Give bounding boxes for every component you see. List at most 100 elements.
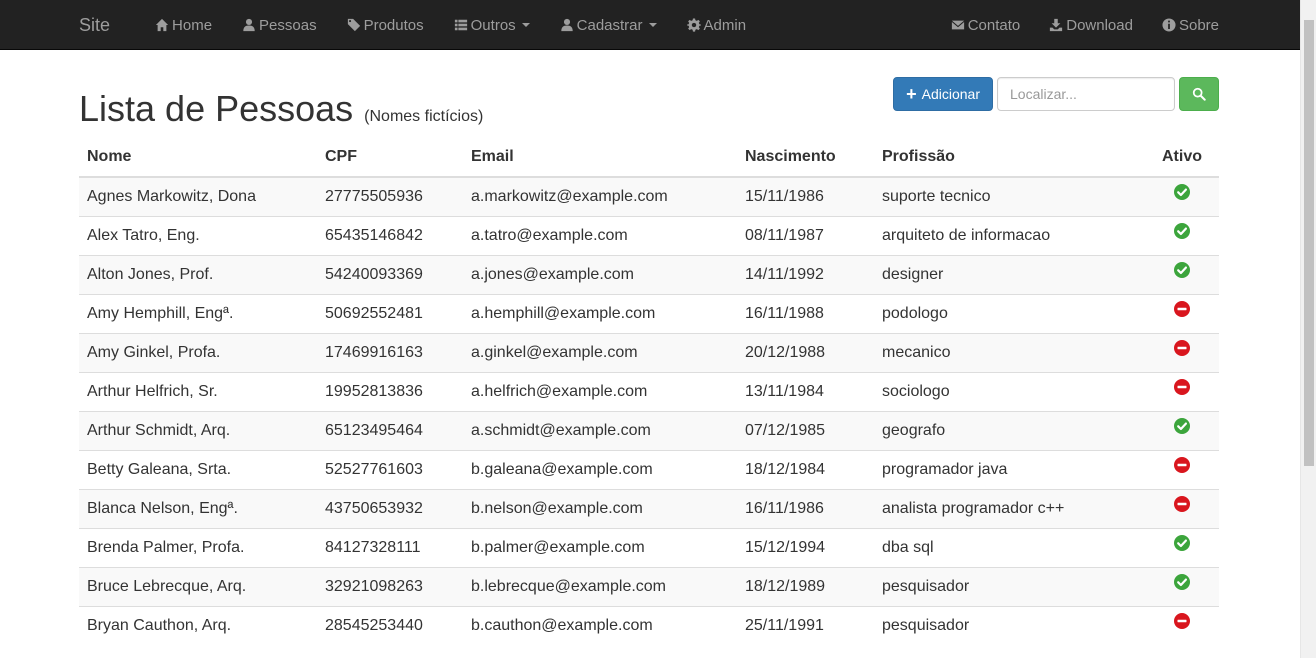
brand-link[interactable]: Site <box>79 15 110 36</box>
cell-email: a.hemphill@example.com <box>463 293 737 333</box>
cell-nome: Agnes Markowitz, Dona <box>79 176 317 216</box>
nav-right: Contato Download Sobre <box>922 17 1219 34</box>
nav-item-home[interactable]: Home <box>155 17 212 34</box>
cell-cpf: 65123495464 <box>317 410 463 450</box>
table-row[interactable]: Betty Galeana, Srta. 52527761603 b.galeana… <box>79 449 1219 489</box>
table-row[interactable]: Agnes Markowitz, Dona 27775505936 a.markow… <box>79 176 1219 216</box>
nav-item-cadastrar[interactable]: Cadastrar <box>560 17 657 34</box>
cell-profissao: dba sql <box>874 527 1145 567</box>
nav-item-label: Home <box>172 16 213 34</box>
plus-icon: + <box>906 84 917 104</box>
search-input[interactable] <box>997 77 1175 111</box>
minus-sign-icon <box>1174 457 1190 473</box>
cell-cpf: 52527761603 <box>317 449 463 489</box>
cell-email: a.helfrich@example.com <box>463 371 737 411</box>
minus-sign-icon <box>1174 496 1190 512</box>
cell-profissao: pesquisador <box>874 566 1145 606</box>
cell-email: b.cauthon@example.com <box>463 605 737 645</box>
nav-left: Home Pessoas Produtos Outros Cadastrar A… <box>155 17 776 34</box>
cell-profissao: geografo <box>874 410 1145 450</box>
cell-nome: Brenda Palmer, Profa. <box>79 527 317 567</box>
nav-item-sobre[interactable]: Sobre <box>1162 17 1219 34</box>
cell-nome: Betty Galeana, Srta. <box>79 449 317 489</box>
nav-item-label: Pessoas <box>259 16 317 34</box>
table-row[interactable]: Brenda Palmer, Profa. 84127328111 b.palmer… <box>79 527 1219 567</box>
table-row[interactable]: Blanca Nelson, Engª. 43750653932 b.nelson@… <box>79 488 1219 528</box>
table-row[interactable]: Amy Ginkel, Profa. 17469916163 a.ginkel@ex… <box>79 332 1219 372</box>
cell-email: b.palmer@example.com <box>463 527 737 567</box>
cell-nascimento: 20/12/1988 <box>737 332 874 372</box>
cell-profissao: programador java <box>874 449 1145 489</box>
chevron-down-icon <box>648 23 657 27</box>
cell-email: b.nelson@example.com <box>463 488 737 528</box>
cell-email: b.galeana@example.com <box>463 449 737 489</box>
column-header-email[interactable]: Email <box>463 137 737 178</box>
cell-cpf: 19952813836 <box>317 371 463 411</box>
search-button[interactable] <box>1179 77 1219 111</box>
table-row[interactable]: Bryan Cauthon, Arq. 28545253440 b.cauthon@… <box>79 605 1219 645</box>
cell-cpf: 84127328111 <box>317 527 463 567</box>
cell-ativo <box>1145 527 1219 567</box>
envelope-icon <box>951 20 964 30</box>
cell-ativo <box>1145 488 1219 528</box>
table-row[interactable]: Amy Hemphill, Engª. 50692552481 a.hemphill… <box>79 293 1219 333</box>
nav-item-label: Download <box>1066 16 1133 34</box>
table-body: Agnes Markowitz, Dona 27775505936 a.markow… <box>79 176 1219 645</box>
column-header-ativo[interactable]: Ativo <box>1145 137 1219 178</box>
cell-nome: Alton Jones, Prof. <box>79 254 317 294</box>
cell-nome: Alex Tatro, Eng. <box>79 215 317 255</box>
cell-nascimento: 25/11/1991 <box>737 605 874 645</box>
ok-sign-icon <box>1174 184 1190 201</box>
cell-nome: Bruce Lebrecque, Arq. <box>79 566 317 606</box>
cell-email: a.jones@example.com <box>463 254 737 294</box>
table-row[interactable]: Bruce Lebrecque, Arq. 32921098263 b.lebrec… <box>79 566 1219 606</box>
download-icon <box>1050 18 1063 32</box>
cell-nascimento: 18/12/1984 <box>737 449 874 489</box>
nav-item-label: Sobre <box>1178 16 1219 34</box>
nav-item-contato[interactable]: Contato <box>951 17 1020 34</box>
ok-sign-icon <box>1174 535 1190 551</box>
cell-email: a.schmidt@example.com <box>463 410 737 450</box>
nav-item-admin[interactable]: Admin <box>686 17 746 34</box>
cell-profissao: sociologo <box>874 371 1145 411</box>
column-header-cpf[interactable]: CPF <box>317 137 463 178</box>
cell-nascimento: 15/11/1986 <box>737 176 874 216</box>
nav-item-label: Produtos <box>363 16 424 34</box>
table-row[interactable]: Alton Jones, Prof. 54240093369 a.jones@exa… <box>79 254 1219 294</box>
nav-item-label: Outros <box>470 16 516 34</box>
cell-nascimento: 07/12/1985 <box>737 410 874 450</box>
cell-ativo <box>1145 605 1219 645</box>
vertical-scrollbar[interactable] <box>1300 0 1316 658</box>
cell-profissao: podologo <box>874 293 1145 333</box>
add-button-label: Adicionar <box>921 86 980 102</box>
table-row[interactable]: Arthur Helfrich, Sr. 19952813836 a.helfric… <box>79 371 1219 411</box>
nav-item-label: Cadastrar <box>576 16 643 34</box>
table-row[interactable]: Alex Tatro, Eng. 65435146842 a.tatro@examp… <box>79 215 1219 255</box>
ok-sign-icon <box>1174 223 1190 239</box>
column-header-nascimento[interactable]: Nascimento <box>737 137 874 178</box>
column-header-profissao[interactable]: Profissão <box>874 137 1145 178</box>
gear-icon <box>686 18 701 32</box>
cell-ativo <box>1145 371 1219 411</box>
cell-email: a.markowitz@example.com <box>463 176 737 216</box>
nav-item-produtos[interactable]: Produtos <box>347 17 424 34</box>
list-icon <box>454 19 467 31</box>
page-subtitle: (Nomes fictícios) <box>364 108 484 125</box>
nav-item-download[interactable]: Download <box>1049 17 1133 34</box>
table-row[interactable]: Arthur Schmidt, Arq. 65123495464 a.schmidt… <box>79 410 1219 450</box>
cell-ativo <box>1145 566 1219 606</box>
add-button[interactable]: + Adicionar <box>893 77 993 111</box>
scrollbar-thumb[interactable] <box>1304 20 1314 466</box>
tags-icon <box>347 18 360 32</box>
column-header-nome[interactable]: Nome <box>79 137 317 178</box>
nav-item-pessoas[interactable]: Pessoas <box>242 17 317 34</box>
nav-item-outros[interactable]: Outros <box>454 17 530 34</box>
cell-profissao: designer <box>874 254 1145 294</box>
ok-sign-icon <box>1174 262 1190 278</box>
cell-nascimento: 16/11/1988 <box>737 293 874 333</box>
chevron-down-icon <box>521 23 530 27</box>
cell-email: b.lebrecque@example.com <box>463 566 737 606</box>
cell-ativo <box>1145 293 1219 333</box>
cell-cpf: 50692552481 <box>317 293 463 333</box>
cell-cpf: 43750653932 <box>317 488 463 528</box>
